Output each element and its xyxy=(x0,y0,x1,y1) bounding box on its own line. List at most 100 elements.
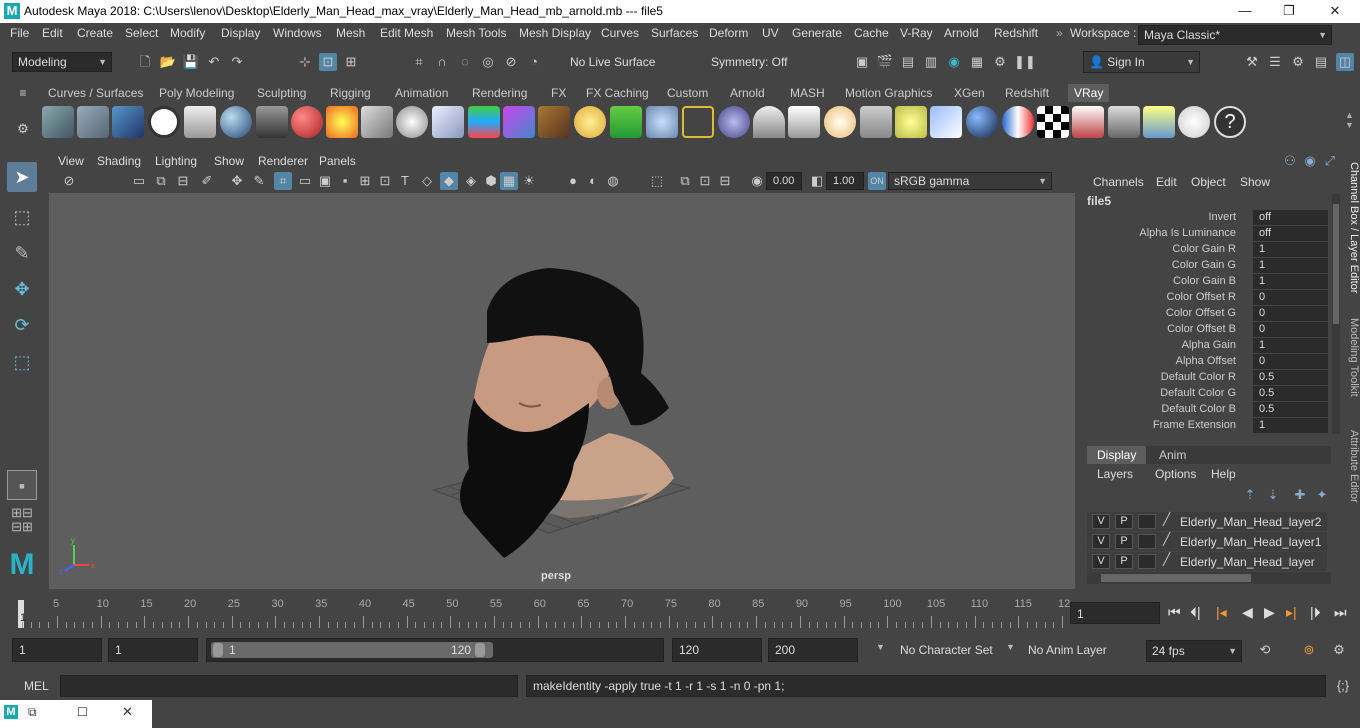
tab-mash[interactable]: MASH xyxy=(788,84,827,102)
minimize-button[interactable]: — xyxy=(1222,0,1268,23)
safe-action-icon[interactable]: ⊡ xyxy=(376,172,394,190)
playback-start-field[interactable]: 1 xyxy=(108,638,198,662)
vray-render-icon[interactable] xyxy=(220,106,252,138)
layer-color-icon[interactable]: ╱ xyxy=(1163,512,1170,526)
shelf-menu-icon[interactable]: ≡ xyxy=(14,84,32,102)
attr-row-color-offset-b[interactable]: Color Offset B0 xyxy=(1083,322,1328,338)
script-language-label[interactable]: MEL xyxy=(24,679,49,693)
channel-box-expand-icon[interactable]: ⤢ xyxy=(1321,152,1339,170)
smooth-shade-icon[interactable]: ◆ xyxy=(440,172,458,190)
attr-row-color-offset-g[interactable]: Color Offset G0 xyxy=(1083,306,1328,322)
field-chart-icon[interactable]: ⊞ xyxy=(356,172,374,190)
grease-pencil-icon[interactable]: ✐ xyxy=(198,172,216,190)
menu-select[interactable]: Select xyxy=(125,26,158,40)
go-to-end-icon[interactable]: ⏭ xyxy=(1334,604,1347,621)
channel-box-toggle-icon[interactable]: ▤ xyxy=(1312,53,1330,71)
attr-row-color-offset-r[interactable]: Color Offset R0 xyxy=(1083,290,1328,306)
cb-menu-channels[interactable]: Channels xyxy=(1093,175,1144,189)
gate-mask-icon[interactable]: ▪ xyxy=(336,172,354,190)
live-surface-field[interactable]: No Live Surface xyxy=(565,53,685,73)
cb-menu-object[interactable]: Object xyxy=(1191,175,1226,189)
menu-mesh[interactable]: Mesh xyxy=(336,26,365,40)
maximize-button[interactable]: ❐ xyxy=(1266,0,1312,23)
ipr-render-icon[interactable]: ▤ xyxy=(899,53,917,71)
attr-row-default-color-b[interactable]: Default Color B 0.5 xyxy=(1083,402,1328,418)
textured-icon[interactable]: ⬢ xyxy=(482,172,500,190)
command-input[interactable] xyxy=(60,675,518,697)
vray-area-light-icon[interactable] xyxy=(930,106,962,138)
vray-checker-icon[interactable] xyxy=(1037,106,1069,138)
snap-grid-icon[interactable]: ⌗ xyxy=(410,53,428,71)
menu-uv[interactable]: UV xyxy=(762,26,779,40)
animation-preferences-icon[interactable]: ⚙ xyxy=(1330,641,1348,659)
undo-icon[interactable]: ↶ xyxy=(205,53,223,71)
loop-icon[interactable]: ⟲ xyxy=(1256,641,1274,659)
layer-playback-toggle[interactable]: P xyxy=(1115,534,1133,549)
cb-menu-show[interactable]: Show xyxy=(1240,175,1270,189)
viewport-menu-shading[interactable]: Shading xyxy=(97,154,141,168)
vray-omni-light-icon[interactable] xyxy=(824,106,856,138)
layer-playback-toggle[interactable]: P xyxy=(1115,514,1133,529)
rotate-tool-icon[interactable]: ⟳ xyxy=(7,310,37,340)
tab-fx[interactable]: FX xyxy=(549,84,568,102)
side-tab-channel-box[interactable]: Channel Box / Layer Editor xyxy=(1343,162,1360,293)
layer-menu-help[interactable]: Help xyxy=(1211,467,1236,481)
vray-logo-icon[interactable] xyxy=(148,106,180,138)
wireframe-icon[interactable]: ◇ xyxy=(418,172,436,190)
script-editor-icon[interactable]: {;} xyxy=(1334,677,1352,695)
camera-attributes-icon[interactable]: ⊘ xyxy=(60,172,78,190)
modeling-toolkit-icon[interactable]: ⚒ xyxy=(1243,53,1261,71)
render-view-icon[interactable]: ▦ xyxy=(968,53,986,71)
minimized-window[interactable]: M ⧉ ☐ ✕ xyxy=(0,700,152,728)
shelf-settings-gear-icon[interactable]: ⚙ xyxy=(14,120,32,138)
vray-light-icon[interactable] xyxy=(42,106,74,138)
tab-xgen[interactable]: XGen xyxy=(952,84,987,102)
gamma-field[interactable]: 1.00 xyxy=(826,172,864,190)
range-start-handle[interactable] xyxy=(213,643,223,657)
grease-pencil-tool-icon[interactable]: ✎ xyxy=(250,172,268,190)
perspective-viewport[interactable]: y x z persp xyxy=(49,193,1075,589)
step-forward-frame-icon[interactable]: |⏵ xyxy=(1310,604,1321,621)
snap-curve-icon[interactable]: ∩ xyxy=(433,53,451,71)
vray-settings-icon[interactable] xyxy=(184,106,216,138)
vray-blue-sphere-icon[interactable] xyxy=(966,106,998,138)
vray-grass-icon[interactable] xyxy=(610,106,642,138)
chevron-down-icon[interactable]: ▼ xyxy=(876,642,885,652)
layer-menu-layers[interactable]: Layers xyxy=(1097,467,1133,481)
tab-custom[interactable]: Custom xyxy=(665,84,710,102)
time-slider[interactable]: 1 5 10 15 20 25 30 35 40 45 50 55 60 65 70 75 80 85 90 95 10… xyxy=(12,598,1070,630)
step-back-key-icon[interactable]: |◂ xyxy=(1216,604,1227,621)
shadows-icon[interactable]: ☀ xyxy=(520,172,538,190)
lasso-tool-icon[interactable]: ⬚ xyxy=(7,202,37,232)
vray-material-icon[interactable] xyxy=(291,106,323,138)
hypershade-icon[interactable]: ◉ xyxy=(945,53,963,71)
menu-file[interactable]: File xyxy=(10,26,29,40)
restore-icon[interactable]: ⧉ xyxy=(28,705,37,720)
viewport-menu-renderer[interactable]: Renderer xyxy=(258,154,308,168)
vray-frame-buffer-icon[interactable] xyxy=(1072,106,1104,138)
tab-curves-surfaces[interactable]: Curves / Surfaces xyxy=(46,84,145,102)
attr-row-invert[interactable]: Invert off xyxy=(1083,210,1328,226)
viewport-menu-show[interactable]: Show xyxy=(214,154,244,168)
tab-sculpting[interactable]: Sculpting xyxy=(255,84,308,102)
tab-rendering[interactable]: Rendering xyxy=(470,84,529,102)
film-gate-icon[interactable]: ▭ xyxy=(296,172,314,190)
exposure-icon[interactable]: ◉ xyxy=(748,172,766,190)
scene-canvas[interactable]: y x z xyxy=(49,193,1075,589)
menu-modify[interactable]: Modify xyxy=(170,26,205,40)
attr-row-alpha-is-luminance[interactable]: Alpha Is Luminance off xyxy=(1083,226,1328,242)
scale-tool-icon[interactable]: ⬚ xyxy=(7,347,37,377)
menu-surfaces[interactable]: Surfaces xyxy=(651,26,698,40)
redo-icon[interactable]: ↷ xyxy=(228,53,246,71)
motion-blur-icon[interactable]: ◐ xyxy=(584,172,602,190)
render-history-icon[interactable]: ▣ xyxy=(853,53,871,71)
layer-visibility-toggle[interactable]: V xyxy=(1092,534,1110,549)
layer-hscrollbar[interactable] xyxy=(1087,572,1331,584)
vray-spline-icon[interactable] xyxy=(682,106,714,138)
step-forward-key-icon[interactable]: ▸| xyxy=(1286,604,1297,621)
pause-ipr-icon[interactable]: ❚❚ xyxy=(1014,53,1036,71)
range-slider[interactable]: 1 120 xyxy=(206,638,664,662)
vray-plane-icon[interactable] xyxy=(361,106,393,138)
tab-vray[interactable]: VRay xyxy=(1068,84,1110,102)
layer-editor-toggle-icon[interactable]: ◫ xyxy=(1336,53,1354,71)
